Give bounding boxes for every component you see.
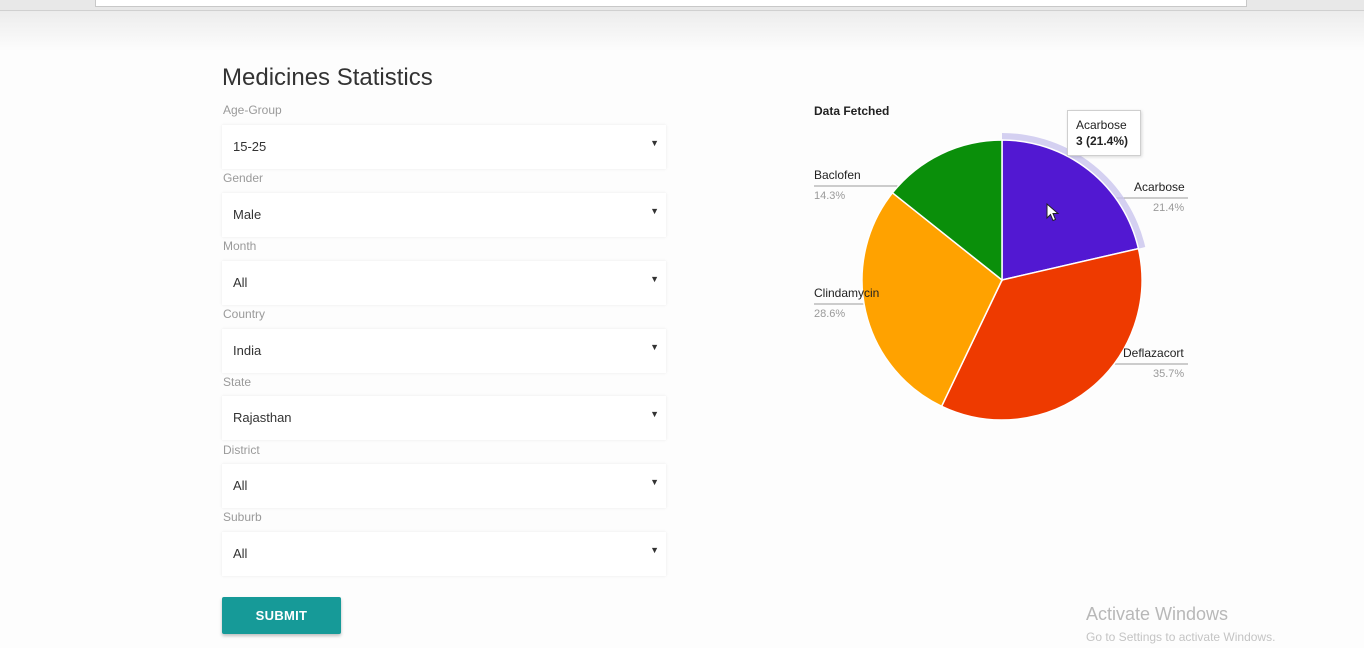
gender-value: Male <box>233 207 262 222</box>
slice-pct-deflazacort: 35.7% <box>1153 368 1185 380</box>
caret-down-icon: ▼ <box>650 342 659 352</box>
suburb-label: Suburb <box>223 510 262 524</box>
slice-pct-baclofen: 14.3% <box>814 190 846 202</box>
caret-down-icon: ▼ <box>650 206 659 216</box>
district-label: District <box>223 443 260 457</box>
gender-select[interactable]: Male ▼ <box>222 193 666 237</box>
district-value: All <box>233 478 248 493</box>
country-label: Country <box>223 307 266 321</box>
caret-down-icon: ▼ <box>650 409 659 419</box>
slice-label-clindamycin: Clindamycin <box>814 286 880 300</box>
caret-down-icon: ▼ <box>650 138 659 148</box>
state-label: State <box>223 375 252 389</box>
age-group-label: Age-Group <box>223 103 282 117</box>
month-select[interactable]: All ▼ <box>222 261 666 305</box>
country-select[interactable]: India ▼ <box>222 329 666 373</box>
slice-label-acarbose: Acarbose <box>1134 180 1185 194</box>
district-select[interactable]: All ▼ <box>222 464 666 508</box>
submit-button[interactable]: SUBMIT <box>222 597 341 634</box>
suburb-select[interactable]: All ▼ <box>222 532 666 576</box>
chart-tooltip: Acarbose 3 (21.4%) <box>1067 110 1141 156</box>
browser-toolbar <box>0 0 1364 11</box>
country-value: India <box>233 343 262 358</box>
activate-windows-title: Activate Windows <box>1086 604 1229 624</box>
month-label: Month <box>223 239 257 253</box>
tooltip-value: 3 (21.4%) <box>1076 134 1129 148</box>
mouse-pointer-icon <box>1046 203 1060 222</box>
caret-down-icon: ▼ <box>650 477 659 487</box>
age-group-select[interactable]: 15-25 ▼ <box>222 125 666 169</box>
pie-chart <box>814 133 1188 421</box>
activate-windows-subtitle: Go to Settings to activate Windows. <box>1086 630 1276 644</box>
suburb-value: All <box>233 546 248 561</box>
age-group-value: 15-25 <box>233 139 267 154</box>
gender-label: Gender <box>223 171 264 185</box>
slice-pct-acarbose: 21.4% <box>1153 202 1185 214</box>
slice-label-deflazacort: Deflazacort <box>1123 346 1184 360</box>
caret-down-icon: ▼ <box>650 545 659 555</box>
address-bar[interactable] <box>95 0 1247 7</box>
caret-down-icon: ▼ <box>650 274 659 284</box>
tooltip-name: Acarbose <box>1076 118 1127 132</box>
month-value: All <box>233 275 248 290</box>
page-title: Medicines Statistics <box>222 64 433 91</box>
slice-pct-clindamycin: 28.6% <box>814 308 846 320</box>
state-select[interactable]: Rajasthan ▼ <box>222 396 666 440</box>
page-header-shade <box>0 11 1364 51</box>
state-value: Rajasthan <box>233 410 292 425</box>
slice-label-baclofen: Baclofen <box>814 168 861 182</box>
